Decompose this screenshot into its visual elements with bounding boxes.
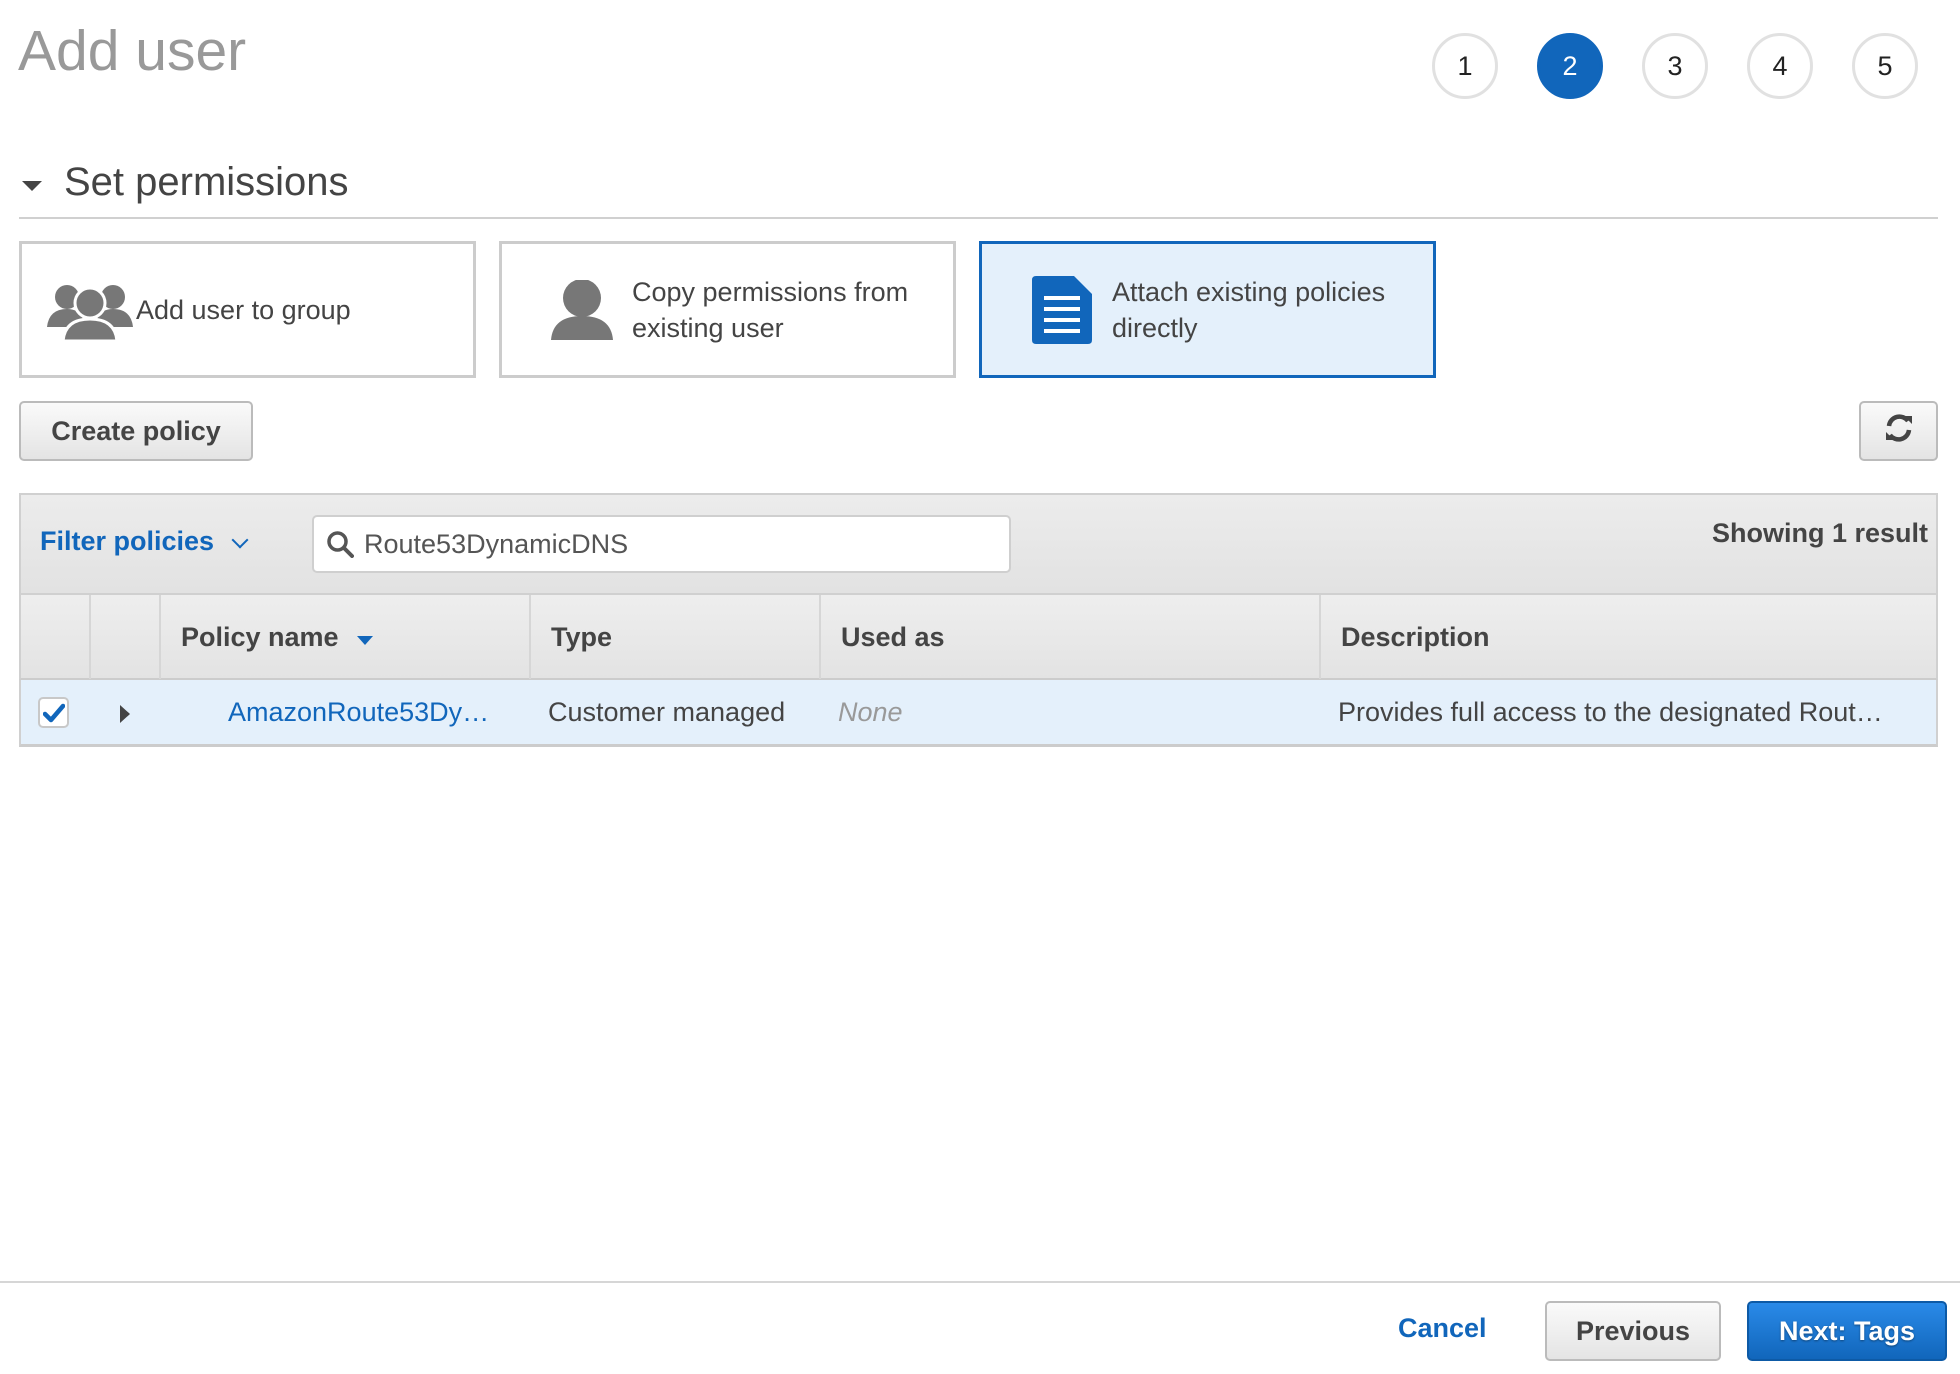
step-3[interactable]: 3 <box>1642 33 1708 99</box>
document-icon <box>1012 275 1112 344</box>
set-permissions-header[interactable]: Set permissions <box>22 160 349 205</box>
policy-used-as: None <box>838 696 903 727</box>
user-icon <box>532 279 632 340</box>
section-title: Set permissions <box>64 160 349 204</box>
column-header-used-as[interactable]: Used as <box>819 595 1319 679</box>
policy-description: Provides full access to the designated R… <box>1338 696 1883 727</box>
step-5[interactable]: 5 <box>1852 33 1918 99</box>
option-label: Add user to group <box>136 294 351 325</box>
column-label: Policy name <box>181 621 339 652</box>
search-icon <box>326 530 354 558</box>
option-copy-permissions[interactable]: Copy permissions from existing user <box>499 241 956 378</box>
column-header-policy-name[interactable]: Policy name <box>159 595 529 679</box>
policy-name-link[interactable]: AmazonRoute53Dy… <box>228 680 518 744</box>
policy-type: Customer managed <box>548 696 786 727</box>
column-label: Type <box>551 621 613 652</box>
checkmark-icon <box>42 703 65 722</box>
caret-down-icon <box>22 180 42 191</box>
search-input[interactable] <box>364 528 984 560</box>
step-4[interactable]: 4 <box>1747 33 1813 99</box>
column-header-expand <box>89 595 159 679</box>
create-policy-button[interactable]: Create policy <box>19 401 253 461</box>
option-attach-policies[interactable]: Attach existing policies directly <box>979 241 1436 378</box>
next-tags-button[interactable]: Next: Tags <box>1747 1301 1947 1361</box>
step-1[interactable]: 1 <box>1432 33 1498 99</box>
page-title: Add user <box>18 19 247 83</box>
refresh-icon <box>1884 413 1914 450</box>
refresh-button[interactable] <box>1859 401 1938 461</box>
cancel-link[interactable]: Cancel <box>1398 1313 1487 1344</box>
option-label: Copy permissions from existing user <box>632 276 909 343</box>
sort-descending-icon <box>356 635 373 645</box>
footer-divider <box>0 1281 1960 1283</box>
step-2-current[interactable]: 2 <box>1537 33 1603 99</box>
row-checkbox[interactable] <box>38 697 69 728</box>
filter-policies-dropdown[interactable]: Filter policies <box>40 526 249 557</box>
option-label: Attach existing policies directly <box>1112 276 1386 343</box>
filter-policies-label: Filter policies <box>40 526 215 556</box>
policy-search-field[interactable] <box>312 515 1011 573</box>
column-label: Used as <box>841 621 945 652</box>
result-count: Showing 1 result <box>1711 518 1928 548</box>
column-header-description[interactable]: Description <box>1319 595 1936 679</box>
expand-row-icon[interactable] <box>120 705 130 723</box>
chevron-down-icon <box>231 531 249 548</box>
previous-button[interactable]: Previous <box>1545 1301 1721 1361</box>
option-add-user-to-group[interactable]: Add user to group <box>19 241 476 378</box>
section-divider <box>19 217 1938 219</box>
users-group-icon <box>44 279 136 341</box>
column-header-type[interactable]: Type <box>529 595 819 679</box>
column-label: Description <box>1341 621 1490 652</box>
